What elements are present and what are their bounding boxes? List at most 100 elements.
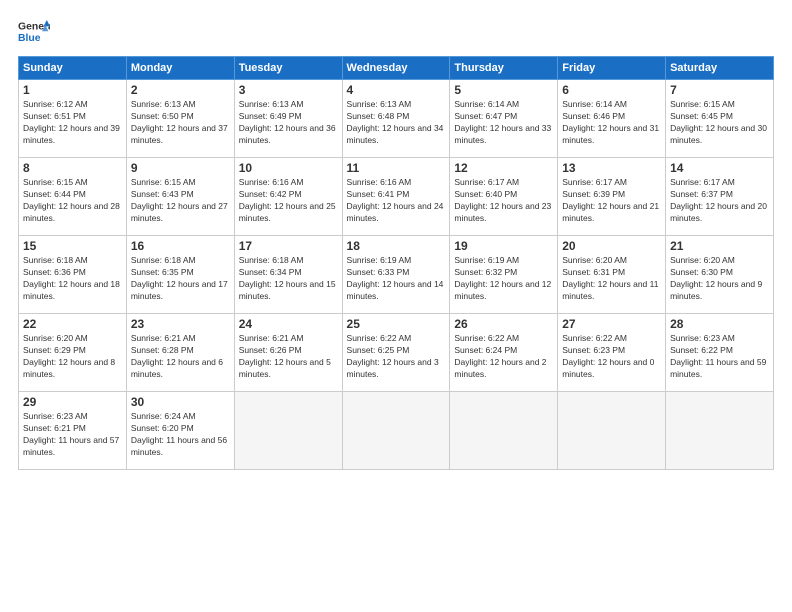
calendar-day-cell: 8 Sunrise: 6:15 AMSunset: 6:44 PMDaylight…	[19, 158, 127, 236]
day-number: 4	[347, 83, 446, 97]
day-number: 25	[347, 317, 446, 331]
day-number: 12	[454, 161, 553, 175]
calendar-day-cell: 15Sunrise: 6:18 AMSunset: 6:36 PMDayligh…	[19, 236, 127, 314]
calendar-day-cell: 5 Sunrise: 6:14 AMSunset: 6:47 PMDaylight…	[450, 80, 558, 158]
day-number: 22	[23, 317, 122, 331]
calendar-day-cell: 1 Sunrise: 6:12 AMSunset: 6:51 PMDaylight…	[19, 80, 127, 158]
day-number: 8	[23, 161, 122, 175]
day-info: Sunrise: 6:20 AMSunset: 6:31 PMDaylight:…	[562, 255, 661, 303]
calendar-day-cell: 6 Sunrise: 6:14 AMSunset: 6:46 PMDaylight…	[558, 80, 666, 158]
day-number: 6	[562, 83, 661, 97]
calendar-week-row: 22 Sunrise: 6:20 AMSunset: 6:29 PMDayligh…	[19, 314, 774, 392]
day-number: 28	[670, 317, 769, 331]
day-info: Sunrise: 6:20 AMSunset: 6:30 PMDaylight:…	[670, 255, 769, 303]
day-info: Sunrise: 6:21 AMSunset: 6:26 PMDaylight:…	[239, 333, 338, 381]
calendar-day-cell: 16 Sunrise: 6:18 AMSunset: 6:35 PMDayligh…	[126, 236, 234, 314]
day-info: Sunrise: 6:19 AMSunset: 6:33 PMDaylight:…	[347, 255, 446, 303]
day-info: Sunrise: 6:24 AMSunset: 6:20 PMDaylight:…	[131, 411, 230, 459]
calendar-weekday-header: Friday	[558, 57, 666, 80]
day-number: 30	[131, 395, 230, 409]
day-info: Sunrise: 6:15 AMSunset: 6:45 PMDaylight:…	[670, 99, 769, 147]
calendar-weekday-header: Wednesday	[342, 57, 450, 80]
day-info: Sunrise: 6:17 AMSunset: 6:40 PMDaylight:…	[454, 177, 553, 225]
calendar-weekday-header: Monday	[126, 57, 234, 80]
day-number: 29	[23, 395, 122, 409]
day-number: 1	[23, 83, 122, 97]
calendar-day-cell: 13 Sunrise: 6:17 AMSunset: 6:39 PMDayligh…	[558, 158, 666, 236]
calendar-table: SundayMondayTuesdayWednesdayThursdayFrid…	[18, 56, 774, 470]
day-number: 3	[239, 83, 338, 97]
calendar-weekday-header: Thursday	[450, 57, 558, 80]
logo: General Blue	[18, 18, 50, 46]
day-info: Sunrise: 6:15 AMSunset: 6:43 PMDaylight:…	[131, 177, 230, 225]
day-number: 14	[670, 161, 769, 175]
day-number: 16	[131, 239, 230, 253]
day-info: Sunrise: 6:19 AMSunset: 6:32 PMDaylight:…	[454, 255, 553, 303]
page-header: General Blue	[18, 18, 774, 46]
day-number: 20	[562, 239, 661, 253]
day-number: 7	[670, 83, 769, 97]
calendar-day-cell: 3 Sunrise: 6:13 AMSunset: 6:49 PMDaylight…	[234, 80, 342, 158]
day-info: Sunrise: 6:12 AMSunset: 6:51 PMDaylight:…	[23, 99, 122, 147]
day-info: Sunrise: 6:18 AMSunset: 6:34 PMDaylight:…	[239, 255, 338, 303]
day-info: Sunrise: 6:17 AMSunset: 6:39 PMDaylight:…	[562, 177, 661, 225]
calendar-day-cell: 12 Sunrise: 6:17 AMSunset: 6:40 PMDayligh…	[450, 158, 558, 236]
calendar-day-cell: 18 Sunrise: 6:19 AMSunset: 6:33 PMDayligh…	[342, 236, 450, 314]
calendar-day-cell	[342, 392, 450, 470]
calendar-day-cell: 2 Sunrise: 6:13 AMSunset: 6:50 PMDaylight…	[126, 80, 234, 158]
day-info: Sunrise: 6:13 AMSunset: 6:49 PMDaylight:…	[239, 99, 338, 147]
calendar-day-cell	[666, 392, 774, 470]
day-number: 27	[562, 317, 661, 331]
calendar-day-cell: 25 Sunrise: 6:22 AMSunset: 6:25 PMDayligh…	[342, 314, 450, 392]
calendar-day-cell: 14 Sunrise: 6:17 AMSunset: 6:37 PMDayligh…	[666, 158, 774, 236]
calendar-weekday-header: Saturday	[666, 57, 774, 80]
day-info: Sunrise: 6:18 AMSunset: 6:35 PMDaylight:…	[131, 255, 230, 303]
calendar-day-cell: 22 Sunrise: 6:20 AMSunset: 6:29 PMDayligh…	[19, 314, 127, 392]
calendar-day-cell: 28 Sunrise: 6:23 AMSunset: 6:22 PMDayligh…	[666, 314, 774, 392]
day-number: 19	[454, 239, 553, 253]
day-info: Sunrise: 6:22 AMSunset: 6:25 PMDaylight:…	[347, 333, 446, 381]
day-number: 18	[347, 239, 446, 253]
calendar-weekday-header: Tuesday	[234, 57, 342, 80]
calendar-weekday-header: Sunday	[19, 57, 127, 80]
day-info: Sunrise: 6:14 AMSunset: 6:46 PMDaylight:…	[562, 99, 661, 147]
day-number: 23	[131, 317, 230, 331]
calendar-day-cell: 23 Sunrise: 6:21 AMSunset: 6:28 PMDayligh…	[126, 314, 234, 392]
day-number: 26	[454, 317, 553, 331]
day-info: Sunrise: 6:22 AMSunset: 6:24 PMDaylight:…	[454, 333, 553, 381]
day-number: 5	[454, 83, 553, 97]
day-info: Sunrise: 6:20 AMSunset: 6:29 PMDaylight:…	[23, 333, 122, 381]
calendar-week-row: 29Sunrise: 6:23 AMSunset: 6:21 PMDayligh…	[19, 392, 774, 470]
calendar-day-cell: 20 Sunrise: 6:20 AMSunset: 6:31 PMDayligh…	[558, 236, 666, 314]
calendar-day-cell: 7 Sunrise: 6:15 AMSunset: 6:45 PMDaylight…	[666, 80, 774, 158]
day-info: Sunrise: 6:22 AMSunset: 6:23 PMDaylight:…	[562, 333, 661, 381]
day-info: Sunrise: 6:15 AMSunset: 6:44 PMDaylight:…	[23, 177, 122, 225]
day-info: Sunrise: 6:13 AMSunset: 6:50 PMDaylight:…	[131, 99, 230, 147]
calendar-day-cell	[450, 392, 558, 470]
calendar-day-cell	[558, 392, 666, 470]
calendar-week-row: 8 Sunrise: 6:15 AMSunset: 6:44 PMDaylight…	[19, 158, 774, 236]
day-info: Sunrise: 6:17 AMSunset: 6:37 PMDaylight:…	[670, 177, 769, 225]
day-number: 17	[239, 239, 338, 253]
calendar-header-row: SundayMondayTuesdayWednesdayThursdayFrid…	[19, 57, 774, 80]
calendar-day-cell: 9Sunrise: 6:15 AMSunset: 6:43 PMDaylight…	[126, 158, 234, 236]
day-info: Sunrise: 6:18 AMSunset: 6:36 PMDaylight:…	[23, 255, 122, 303]
svg-text:Blue: Blue	[18, 33, 41, 44]
day-number: 11	[347, 161, 446, 175]
calendar-week-row: 15Sunrise: 6:18 AMSunset: 6:36 PMDayligh…	[19, 236, 774, 314]
day-number: 13	[562, 161, 661, 175]
calendar-day-cell: 4 Sunrise: 6:13 AMSunset: 6:48 PMDaylight…	[342, 80, 450, 158]
calendar-day-cell: 11Sunrise: 6:16 AMSunset: 6:41 PMDayligh…	[342, 158, 450, 236]
day-number: 24	[239, 317, 338, 331]
day-info: Sunrise: 6:21 AMSunset: 6:28 PMDaylight:…	[131, 333, 230, 381]
day-number: 10	[239, 161, 338, 175]
day-info: Sunrise: 6:23 AMSunset: 6:22 PMDaylight:…	[670, 333, 769, 381]
day-info: Sunrise: 6:13 AMSunset: 6:48 PMDaylight:…	[347, 99, 446, 147]
calendar-day-cell: 26 Sunrise: 6:22 AMSunset: 6:24 PMDayligh…	[450, 314, 558, 392]
calendar-day-cell: 19 Sunrise: 6:19 AMSunset: 6:32 PMDayligh…	[450, 236, 558, 314]
day-info: Sunrise: 6:14 AMSunset: 6:47 PMDaylight:…	[454, 99, 553, 147]
calendar-day-cell: 17 Sunrise: 6:18 AMSunset: 6:34 PMDayligh…	[234, 236, 342, 314]
calendar-day-cell: 24 Sunrise: 6:21 AMSunset: 6:26 PMDayligh…	[234, 314, 342, 392]
day-number: 2	[131, 83, 230, 97]
calendar-day-cell: 30 Sunrise: 6:24 AMSunset: 6:20 PMDayligh…	[126, 392, 234, 470]
